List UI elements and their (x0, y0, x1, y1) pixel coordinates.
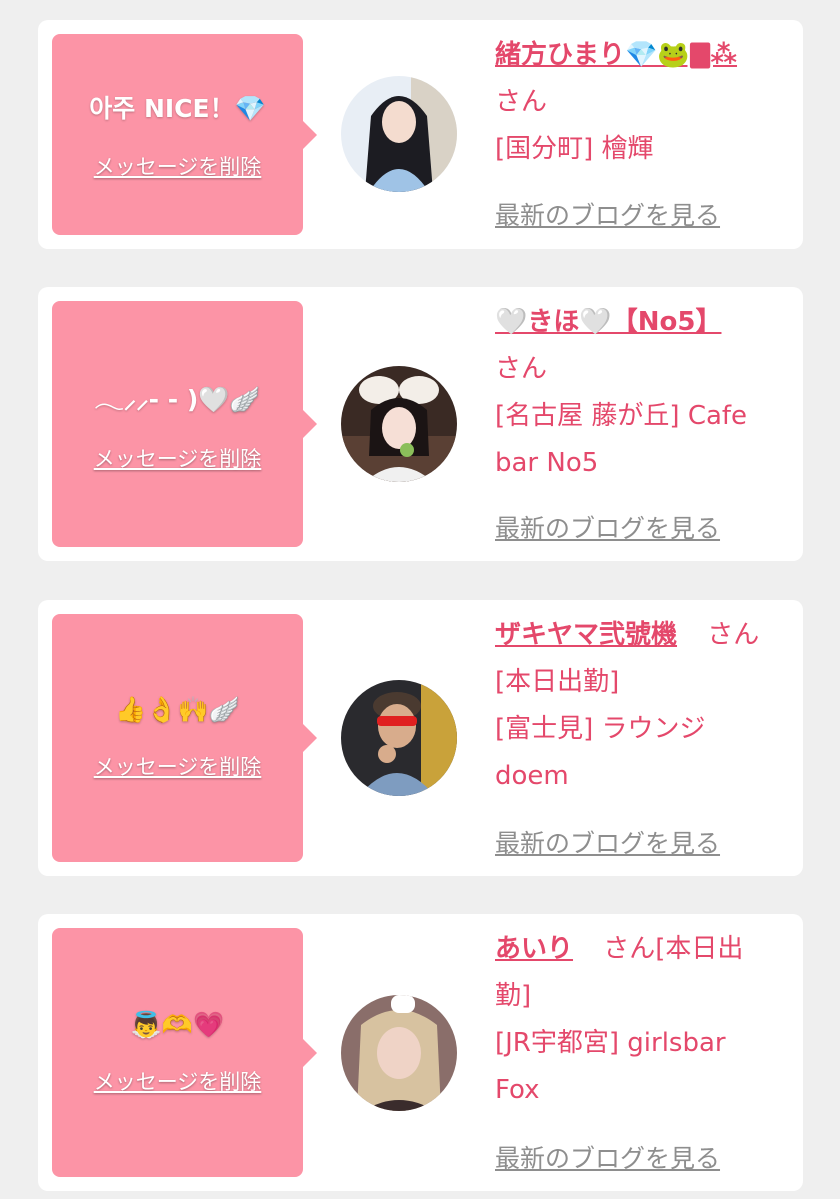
heart-wing-emoji-icon: 🤍🪽 (198, 384, 261, 414)
message-card: 👼🫶💗 メッセージを削除 あいり さん[本日出 勤] [JR宇都宮] girls… (38, 914, 803, 1191)
avatar-image (341, 995, 457, 1111)
latest-blog-link[interactable]: 最新のブログを見る (495, 1139, 720, 1175)
sender-name-link[interactable]: 🤍きほ🤍【No5】 (495, 307, 721, 337)
message-bubble: 𓂃⸝⸝- - )🤍🪽 メッセージを削除 (52, 301, 317, 547)
message-text: 👍👌🙌🪽 (115, 695, 240, 725)
avatar-image (341, 366, 457, 482)
latest-blog-link[interactable]: 最新のブログを見る (495, 509, 720, 545)
delete-message-link[interactable]: メッセージを削除 (94, 1066, 262, 1096)
latest-blog-link[interactable]: 最新のブログを見る (495, 824, 720, 860)
honorific: さん (707, 620, 760, 650)
avatar[interactable] (341, 366, 457, 482)
sender-info: あいり さん[本日出 勤] [JR宇都宮] girlsbar Fox (495, 926, 795, 1114)
message-bubble: 👍👌🙌🪽 メッセージを削除 (52, 614, 317, 862)
hand-gesture-emoji-icon: 👍👌🙌🪽 (115, 695, 240, 724)
sender-info: 緒方ひまり💎🐸🀫⁂ さん [国分町] 檜輝 (495, 32, 795, 173)
message-text: 아주 NICE！💎 (89, 93, 266, 123)
message-text: 👼🫶💗 (131, 1010, 224, 1040)
shop-line: [JR宇都宮] girlsbar (495, 1028, 726, 1058)
avatar[interactable] (341, 76, 457, 192)
sender-info: 🤍きほ🤍【No5】 さん [名古屋 藤が丘] Cafe bar No5 (495, 299, 795, 487)
message-list: 아주 NICE！💎 メッセージを削除 緒方ひまり💎🐸🀫⁂ さん [国分町] 檜輝… (0, 0, 840, 1199)
shop-line: doem (495, 761, 569, 791)
avatar[interactable] (341, 680, 457, 796)
honorific-and-status: さん[本日出 (603, 934, 744, 964)
delete-message-link[interactable]: メッセージを削除 (94, 443, 262, 473)
message-text: 𓂃⸝⸝- - )🤍🪽 (94, 384, 261, 414)
avatar[interactable] (341, 995, 457, 1111)
message-card: 👍👌🙌🪽 メッセージを削除 ザキヤマ弐號機 さん [本日出勤] [富士見] ラウ… (38, 600, 803, 876)
angel-heart-emoji-icon: 👼🫶💗 (130, 1009, 225, 1039)
avatar-image (341, 76, 457, 192)
shop-line: [国分町] 檜輝 (495, 134, 654, 164)
shop-line: Fox (495, 1075, 540, 1105)
shop-line: [富士見] ラウンジ (495, 714, 706, 744)
status-line: [本日出勤] (495, 667, 620, 697)
delete-message-link[interactable]: メッセージを削除 (94, 151, 262, 181)
sender-info: ザキヤマ弐號機 さん [本日出勤] [富士見] ラウンジ doem (495, 612, 795, 800)
status-line: 勤] (495, 981, 532, 1011)
sender-name-link[interactable]: 緒方ひまり💎🐸🀫⁂ (495, 40, 737, 70)
delete-message-link[interactable]: メッセージを削除 (94, 751, 262, 781)
sender-name-link[interactable]: あいり (495, 934, 573, 964)
message-bubble: 👼🫶💗 メッセージを削除 (52, 928, 317, 1177)
honorific: さん (495, 354, 548, 384)
sender-name-link[interactable]: ザキヤマ弐號機 (495, 620, 677, 650)
message-bubble: 아주 NICE！💎 メッセージを削除 (52, 34, 317, 235)
gem-emoji-icon: 💎 (234, 93, 266, 123)
avatar-image (341, 680, 457, 796)
message-card: 𓂃⸝⸝- - )🤍🪽 メッセージを削除 🤍きほ🤍【No5】 さん [名古屋 藤が… (38, 287, 803, 561)
latest-blog-link[interactable]: 最新のブログを見る (495, 196, 720, 232)
message-card: 아주 NICE！💎 メッセージを削除 緒方ひまり💎🐸🀫⁂ さん [国分町] 檜輝… (38, 20, 803, 249)
honorific: さん (495, 87, 548, 117)
shop-line: [名古屋 藤が丘] Cafe (495, 401, 748, 431)
shop-line: bar No5 (495, 448, 599, 478)
